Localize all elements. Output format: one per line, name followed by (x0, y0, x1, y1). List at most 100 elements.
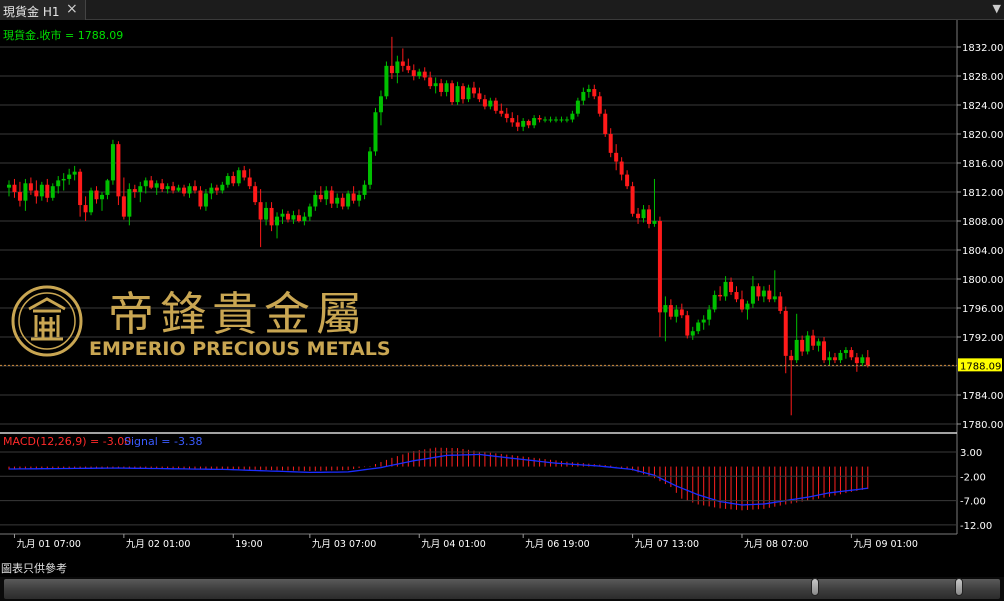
candle (493, 97, 498, 114)
candle (630, 181, 635, 217)
candle-body (652, 221, 657, 224)
price-chart[interactable]: 帝鋒貴金屬 EMPERIO PRECIOUS METALS 1832.00 182… (0, 20, 1004, 560)
company-logo-icon (11, 285, 83, 357)
candle (89, 187, 94, 216)
candle-body (45, 184, 50, 198)
candle (105, 178, 110, 200)
candle (499, 103, 504, 117)
candle (318, 186, 323, 203)
chevron-down-icon[interactable]: ▼ (993, 2, 1001, 15)
chart-tab[interactable]: 現貨金 H1 × (0, 0, 86, 20)
candle (450, 80, 455, 105)
candle (253, 181, 258, 206)
candle (515, 115, 520, 132)
candle (138, 181, 143, 203)
candle (264, 202, 269, 226)
candle-body (723, 281, 728, 297)
candle-body (586, 89, 591, 92)
candle (83, 196, 88, 221)
candle-body (83, 205, 88, 213)
candle-body (351, 193, 356, 201)
candle-body (182, 187, 187, 194)
price-tick-label: 1796.00 (962, 304, 1003, 315)
candle (395, 55, 400, 84)
candle (794, 313, 799, 364)
candle (811, 329, 816, 351)
price-tick-label: 1780.00 (962, 420, 1003, 431)
candle (313, 190, 318, 211)
candle-body (482, 99, 487, 107)
candle-body (99, 194, 104, 200)
candle-body (767, 290, 772, 300)
candle (734, 286, 739, 303)
candle (296, 209, 301, 223)
candle-body (143, 180, 148, 187)
price-tick-label: 1824.00 (962, 101, 1003, 112)
scroll-handle-right[interactable] (955, 578, 963, 596)
candle (532, 115, 537, 129)
candle (767, 284, 772, 303)
candle-body (214, 187, 219, 191)
candle-body (346, 193, 351, 207)
price-tick-label: 1820.00 (962, 130, 1003, 141)
candle (778, 292, 783, 314)
candle-body (34, 190, 39, 197)
candle (214, 184, 219, 195)
candle (668, 299, 673, 320)
scroll-track[interactable] (4, 579, 1000, 599)
candle (789, 350, 794, 416)
candle-body (614, 152, 619, 162)
candle (860, 354, 865, 366)
candle-body (608, 134, 613, 153)
candle (657, 216, 662, 337)
candle-body (718, 294, 723, 297)
candle (756, 283, 761, 301)
candle-body (307, 206, 312, 217)
candle (849, 347, 854, 361)
candle-body (368, 151, 373, 185)
candle-body (23, 183, 28, 201)
macd-title: MACD(12,26,9) = -3.00 (3, 435, 131, 448)
candle (78, 168, 83, 217)
candle-body (400, 61, 405, 66)
candle-body (61, 178, 66, 181)
candle (236, 167, 241, 187)
candle (685, 310, 690, 339)
candle (307, 203, 312, 221)
candle-body (165, 186, 170, 190)
candle-body (559, 119, 564, 121)
time-tick-label: 19:00 (235, 539, 262, 550)
candle-body (843, 350, 848, 353)
candle (822, 337, 827, 364)
candle (488, 97, 493, 110)
candle (182, 184, 187, 197)
candle-body (258, 202, 263, 220)
candle-body (302, 216, 307, 221)
candle-body (28, 183, 33, 191)
candle-body (756, 286, 761, 297)
chart-scrollbar[interactable] (0, 577, 1004, 601)
scroll-handle-left[interactable] (811, 578, 819, 596)
candle-body (734, 292, 739, 300)
candle-body (461, 86, 466, 100)
candle (198, 186, 203, 210)
candle-body (444, 83, 449, 92)
candle (466, 84, 471, 103)
candle-body (110, 144, 115, 181)
candle-body (619, 161, 624, 175)
candle (652, 178, 657, 227)
candle-body (849, 350, 854, 358)
candle-body (816, 341, 821, 346)
price-tick-label: 1816.00 (962, 159, 1003, 170)
tab-title: 現貨金 H1 (3, 5, 60, 19)
candle (471, 81, 476, 98)
candle (127, 183, 132, 226)
candle-body (406, 65, 411, 71)
candle (608, 128, 613, 158)
candle-body (384, 65, 389, 97)
candle (816, 338, 821, 352)
candle-body (50, 186, 55, 198)
candle (827, 351, 832, 366)
candle (373, 107, 378, 156)
close-icon[interactable]: × (66, 1, 78, 17)
